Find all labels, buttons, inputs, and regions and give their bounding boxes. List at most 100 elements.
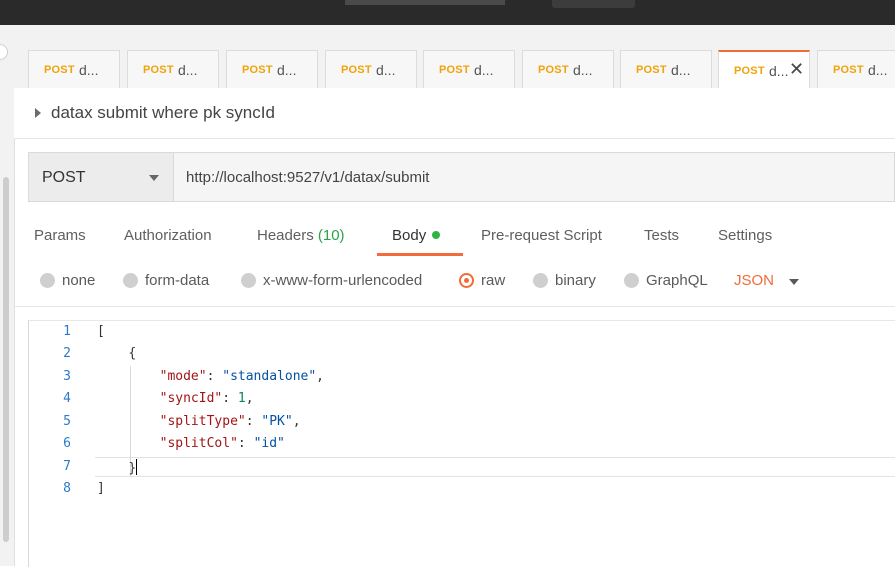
active-tab-underline	[377, 253, 463, 256]
close-icon[interactable]: ✕	[789, 59, 804, 79]
sidebar-scrollbar[interactable]	[3, 177, 9, 542]
request-tab[interactable]: POST d...	[522, 50, 614, 88]
tab-name: d...	[769, 63, 789, 79]
expand-caret-icon[interactable]	[35, 108, 41, 118]
code-line: "splitCol": "id"	[159, 436, 285, 451]
radio-circle	[624, 273, 639, 288]
search-box-fragment[interactable]	[552, 0, 635, 8]
tab-name: d...	[868, 62, 888, 78]
radio-label: raw	[481, 272, 506, 289]
body-indicator-dot	[432, 231, 441, 239]
radio-circle	[40, 273, 55, 288]
tab-method: POST	[44, 64, 75, 76]
tab-authorization[interactable]: Authorization	[124, 227, 212, 244]
tab-tests[interactable]: Tests	[644, 227, 679, 244]
request-name-bar: datax submit where pk syncId	[14, 88, 895, 139]
json-value: "standalone"	[222, 369, 317, 384]
line-number: 8	[63, 481, 71, 496]
tab-settings[interactable]: Settings	[718, 227, 772, 244]
radio-label: form-data	[145, 272, 210, 289]
line-number: 3	[63, 369, 71, 384]
tab-method: POST	[439, 64, 470, 76]
tab-prerequest-script[interactable]: Pre-request Script	[481, 227, 602, 244]
sidebar-collapsed	[0, 25, 15, 566]
radio-circle	[241, 273, 256, 288]
radio-label: x-www-form-urlencoded	[263, 272, 423, 289]
request-tab[interactable]: POST d...	[620, 50, 712, 88]
tab-method: POST	[636, 64, 667, 76]
request-tab[interactable]: POST d...	[226, 50, 318, 88]
line-number: 2	[63, 346, 71, 361]
json-key: "splitCol"	[159, 436, 238, 451]
code-token: [	[97, 324, 105, 339]
headers-count: (10)	[317, 227, 345, 244]
body-type-selector: none form-data x-www-form-urlencoded raw…	[14, 262, 895, 307]
json-key: "splitType"	[159, 414, 246, 429]
method-select[interactable]: POST	[28, 152, 173, 202]
text-cursor	[136, 459, 138, 475]
line-number: 1	[63, 324, 71, 339]
url-input[interactable]: http://localhost:9527/v1/datax/submit	[173, 152, 895, 202]
tab-headers-label: Headers	[257, 227, 314, 244]
tab-headers[interactable]: Headers (10)	[257, 227, 345, 244]
request-tab[interactable]: POST d...	[28, 50, 120, 88]
request-config-tabs: Params Authorization Headers (10) Body P…	[14, 215, 895, 257]
radio-label: binary	[555, 272, 596, 289]
method-value: POST	[42, 169, 86, 186]
radio-circle	[533, 273, 548, 288]
json-value: "PK"	[261, 414, 293, 429]
url-value: http://localhost:9527/v1/datax/submit	[186, 169, 430, 186]
radio-circle-selected	[459, 273, 474, 288]
line-number: 6	[63, 436, 71, 451]
tab-body[interactable]: Body	[392, 227, 441, 244]
code-token: ]	[97, 481, 105, 496]
tab-name: d...	[474, 62, 494, 78]
tab-method: POST	[833, 64, 864, 76]
code-token: }	[128, 461, 137, 476]
request-tab[interactable]: POST d...	[127, 50, 219, 88]
request-title[interactable]: datax submit where pk syncId	[51, 103, 275, 123]
tab-name: d...	[671, 62, 691, 78]
tab-name: d...	[573, 62, 593, 78]
sidebar-toggle-icon[interactable]	[0, 44, 8, 60]
code-line: "splitType": "PK",	[159, 414, 301, 429]
code-line: "syncId": 1,	[159, 391, 254, 406]
radio-circle	[123, 273, 138, 288]
json-value: "id"	[253, 436, 285, 451]
line-number: 5	[63, 414, 71, 429]
request-tab-active[interactable]: POST d... ✕	[718, 50, 810, 89]
request-tab[interactable]: POST d...	[325, 50, 417, 88]
code-token: {	[128, 346, 137, 361]
body-code-editor[interactable]: 1 2 3 4 5 6 7 8 [ { "mode": "standalone"…	[28, 320, 895, 567]
chevron-down-icon[interactable]	[789, 279, 799, 285]
radio-label: none	[62, 272, 96, 289]
window-title-fragment	[345, 0, 505, 5]
code-line: {	[97, 346, 136, 361]
tab-method: POST	[734, 65, 765, 77]
request-tab[interactable]: POST d...	[817, 50, 895, 88]
request-tab[interactable]: POST d...	[423, 50, 515, 88]
current-line-highlight	[95, 457, 895, 477]
json-value: 1	[237, 391, 246, 406]
tab-method: POST	[538, 64, 569, 76]
line-number: 4	[63, 391, 71, 406]
json-key: "mode"	[159, 369, 207, 384]
code-line: "mode": "standalone",	[159, 369, 324, 384]
code-line: }	[97, 459, 138, 476]
window-title-bar	[0, 0, 895, 25]
json-key: "syncId"	[159, 391, 223, 406]
tab-method: POST	[341, 64, 372, 76]
tab-name: d...	[277, 62, 297, 78]
request-tab-strip: POST d... POST d... POST d... POST d... …	[14, 25, 895, 89]
line-number: 7	[63, 459, 71, 474]
tab-name: d...	[376, 62, 396, 78]
tab-method: POST	[143, 64, 174, 76]
code-line: [	[97, 324, 105, 339]
language-select[interactable]: JSON	[734, 272, 774, 289]
code-line: ]	[97, 481, 105, 496]
tab-method: POST	[242, 64, 273, 76]
tab-name: d...	[79, 62, 99, 78]
line-number-gutter: 1 2 3 4 5 6 7 8	[29, 321, 89, 567]
tab-params[interactable]: Params	[34, 227, 86, 244]
radio-label: GraphQL	[646, 272, 708, 289]
